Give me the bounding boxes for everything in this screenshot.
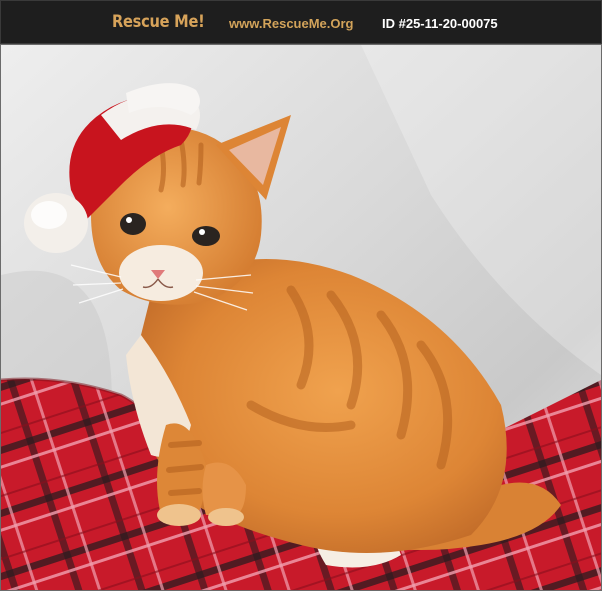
pet-id-label: ID #25-11-20-00075 xyxy=(382,16,498,31)
kitten-left-eye xyxy=(120,213,146,235)
pet-photo xyxy=(0,44,602,591)
kitten-photo-illustration xyxy=(1,45,601,590)
site-url-link[interactable]: www.RescueMe.Org xyxy=(229,16,354,31)
kitten-right-eye xyxy=(192,226,220,246)
site-header: Rescue Me! www.RescueMe.Org ID #25-11-20… xyxy=(0,0,602,44)
brand-logo-link[interactable]: Rescue Me! xyxy=(112,12,205,32)
